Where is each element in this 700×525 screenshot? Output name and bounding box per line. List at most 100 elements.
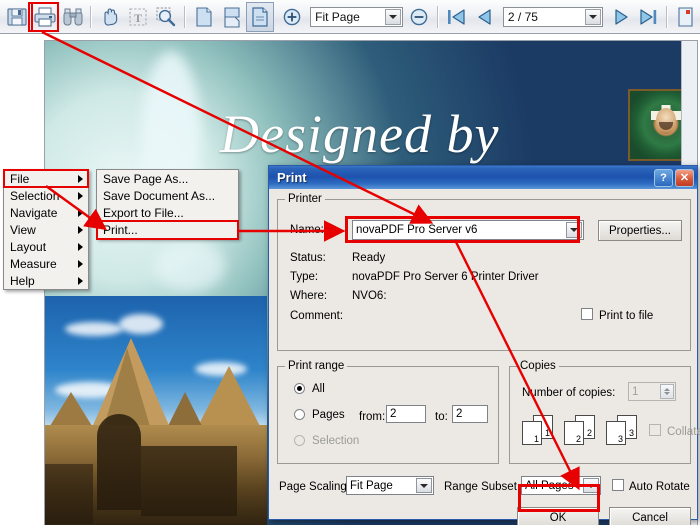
range-all-radio[interactable] xyxy=(294,383,305,394)
sheet-number: 3 xyxy=(628,428,634,438)
copies-number-label: Number of copies: xyxy=(522,387,616,399)
auto-rotate-label: Auto Rotate xyxy=(629,481,690,493)
dialog-title: Print xyxy=(277,170,307,185)
submenu-arrow-icon xyxy=(78,208,83,217)
print-range-group: Print range All Pages from: 2 to: 2 Sele… xyxy=(277,360,499,464)
menu-item-help[interactable]: Help xyxy=(4,272,88,289)
toolbar-separator xyxy=(183,5,186,28)
app-root: T Fit Page 2 / 75 Designed by File Selec… xyxy=(0,0,700,525)
collate-label: Collate xyxy=(667,426,700,438)
menu-item-export-to-file[interactable]: Export to File... xyxy=(97,204,238,221)
range-subset-value: All Pages xyxy=(525,479,574,492)
menu-item-view[interactable]: View xyxy=(4,221,88,238)
continuous-view-icon[interactable] xyxy=(219,3,245,31)
facing-view-icon[interactable] xyxy=(246,1,275,32)
page-scaling-combo[interactable]: Fit Page xyxy=(346,476,434,495)
menu-item-print[interactable]: Print... xyxy=(97,221,238,238)
submenu-arrow-icon xyxy=(78,242,83,251)
range-to-value: 2 xyxy=(456,408,463,420)
page-scaling-value: Fit Page xyxy=(350,479,393,492)
menu-item-label: Help xyxy=(10,273,35,288)
menu-item-file[interactable]: File xyxy=(4,170,88,187)
printer-group: Printer Name: novaPDF Pro Server v6 Prop… xyxy=(277,193,691,351)
printer-name-label: Name: xyxy=(290,224,324,236)
range-subset-label: Range Subset xyxy=(444,481,517,493)
context-menu-main[interactable]: File Selection Navigate View Layout Meas… xyxy=(3,169,89,290)
page-number-combo[interactable]: 2 / 75 xyxy=(502,6,603,27)
range-from-value: 2 xyxy=(390,408,397,420)
properties-button[interactable]: Properties... xyxy=(598,220,682,241)
print-to-file-checkbox[interactable] xyxy=(581,308,593,320)
range-to-input[interactable]: 2 xyxy=(452,405,488,423)
svg-text:T: T xyxy=(134,11,142,25)
save-icon[interactable] xyxy=(4,3,30,31)
menu-item-measure[interactable]: Measure xyxy=(4,255,88,272)
help-icon[interactable]: ? xyxy=(654,168,673,187)
first-page-icon[interactable] xyxy=(444,3,470,31)
range-pages-label: Pages xyxy=(312,409,345,421)
print-dialog: Print ? ✕ Printer Name: novaPDF Pro Serv… xyxy=(268,165,700,525)
printer-status-label: Status: xyxy=(290,252,326,264)
zoom-marquee-icon[interactable] xyxy=(153,3,179,31)
menu-item-label: Save Page As... xyxy=(103,171,189,186)
printer-status-value: Ready xyxy=(352,252,386,264)
next-page-icon[interactable] xyxy=(608,3,634,31)
print-icon[interactable] xyxy=(30,1,59,32)
printer-type-label: Type: xyxy=(290,271,319,283)
menu-item-save-page-as[interactable]: Save Page As... xyxy=(97,170,238,187)
toolbar-separator xyxy=(666,5,669,28)
sheet-number: 2 xyxy=(575,434,581,444)
range-selection-radio xyxy=(294,435,305,446)
annotation-tool-icon[interactable] xyxy=(673,3,699,31)
menu-item-label: Navigate xyxy=(10,205,58,220)
menu-item-label: File xyxy=(10,171,30,186)
collate-checkbox xyxy=(649,424,661,436)
menu-item-layout[interactable]: Layout xyxy=(4,238,88,255)
previous-page-icon[interactable] xyxy=(472,3,498,31)
cancel-button[interactable]: Cancel xyxy=(609,507,691,525)
chevron-down-icon[interactable] xyxy=(416,478,432,493)
dialog-titlebar[interactable]: Print ? ✕ xyxy=(269,166,697,189)
printer-name-combo[interactable]: novaPDF Pro Server v6 xyxy=(352,220,584,240)
range-pages-radio[interactable] xyxy=(294,409,305,420)
menu-item-selection[interactable]: Selection xyxy=(4,187,88,204)
zoom-out-icon[interactable] xyxy=(407,3,433,31)
sheet-number: 1 xyxy=(533,434,539,444)
ok-button[interactable]: OK xyxy=(517,507,599,525)
context-submenu-file[interactable]: Save Page As... Save Document As... Expo… xyxy=(96,169,239,239)
toolbar-separator xyxy=(90,5,93,28)
range-from-label: from: xyxy=(359,411,386,423)
dialog-body: Printer Name: novaPDF Pro Server v6 Prop… xyxy=(269,189,700,525)
printer-name-value: novaPDF Pro Server v6 xyxy=(356,224,478,236)
menu-item-label: Print... xyxy=(103,222,138,237)
copies-spinner[interactable] xyxy=(660,384,674,399)
menu-item-label: Selection xyxy=(10,188,60,203)
print-to-file-label: Print to file xyxy=(599,310,654,322)
range-subset-combo[interactable]: All Pages xyxy=(521,476,601,495)
chevron-down-icon[interactable] xyxy=(566,222,582,238)
text-select-icon[interactable]: T xyxy=(125,3,151,31)
range-to-label: to: xyxy=(435,411,448,423)
menu-item-label: Export to File... xyxy=(103,205,184,220)
menu-item-label: Measure xyxy=(10,256,57,271)
copies-number-input[interactable]: 1 xyxy=(628,382,676,401)
chevron-down-icon[interactable] xyxy=(584,8,601,25)
chevron-down-icon[interactable] xyxy=(384,8,401,25)
range-from-input[interactable]: 2 xyxy=(386,405,426,423)
menu-item-save-document-as[interactable]: Save Document As... xyxy=(97,187,238,204)
close-icon[interactable]: ✕ xyxy=(675,168,694,187)
page-scaling-label: Page Scaling xyxy=(279,481,347,493)
hand-pan-icon[interactable] xyxy=(97,3,123,31)
submenu-arrow-icon xyxy=(78,225,83,234)
collate-preview-2: 2 2 xyxy=(562,415,602,447)
chevron-down-icon[interactable] xyxy=(583,478,599,493)
menu-item-navigate[interactable]: Navigate xyxy=(4,204,88,221)
zoom-level-combo[interactable]: Fit Page xyxy=(310,6,403,27)
find-binoculars-icon[interactable] xyxy=(60,3,86,31)
auto-rotate-checkbox[interactable] xyxy=(612,479,624,491)
page-view-icon[interactable] xyxy=(191,3,217,31)
printer-type-value: novaPDF Pro Server 6 Printer Driver xyxy=(352,271,539,283)
last-page-icon[interactable] xyxy=(636,3,662,31)
zoom-in-icon[interactable] xyxy=(279,3,305,31)
page-heading: Designed by xyxy=(220,104,500,164)
